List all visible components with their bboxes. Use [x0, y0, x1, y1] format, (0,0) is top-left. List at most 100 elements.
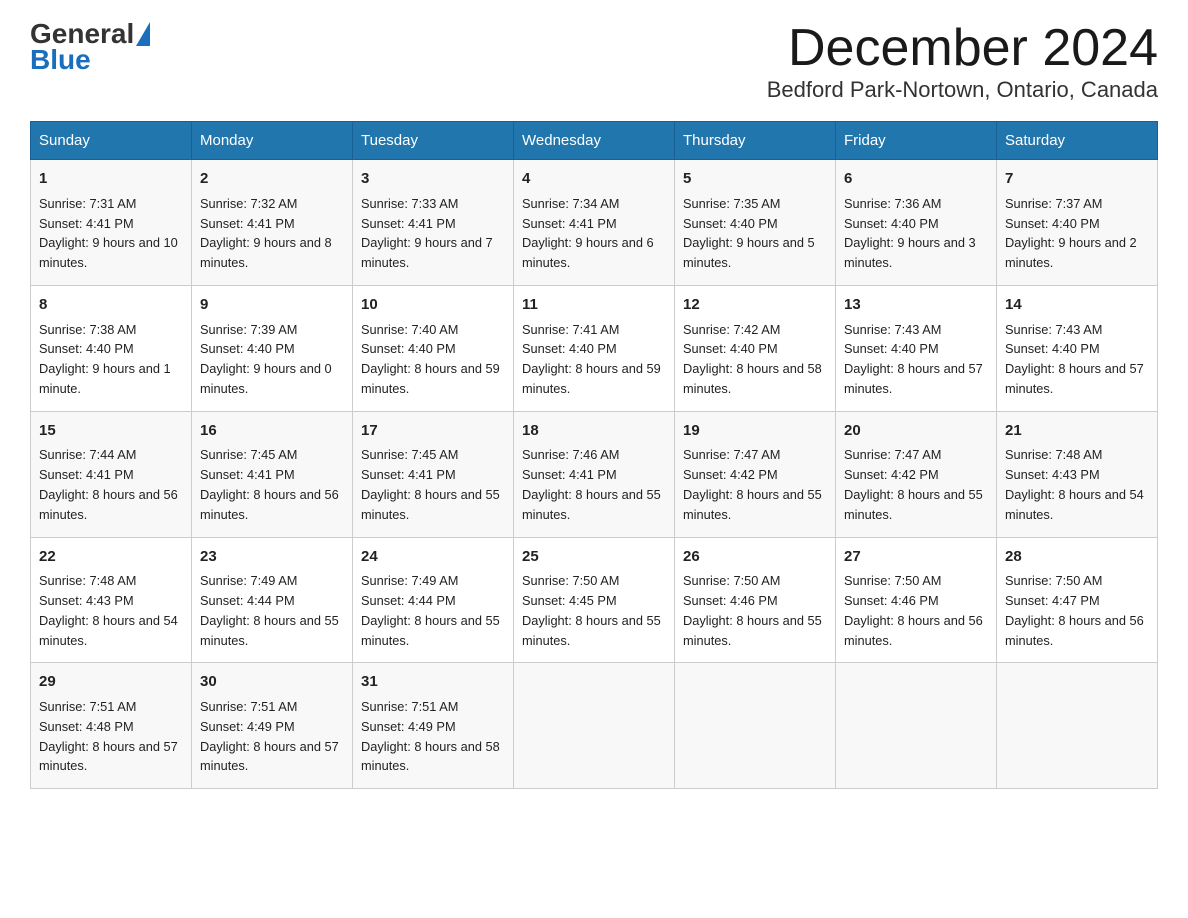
week-row-2: 8Sunrise: 7:38 AMSunset: 4:40 PMDaylight…	[31, 286, 1158, 412]
day-info: Sunrise: 7:46 AMSunset: 4:41 PMDaylight:…	[522, 445, 666, 524]
calendar-cell: 10 Sunrise: 7:40 AMSunset: 4:40 PMDayligh…	[353, 286, 514, 412]
day-info: Sunrise: 7:45 AMSunset: 4:41 PMDaylight:…	[361, 445, 505, 524]
day-info: Sunrise: 7:50 AMSunset: 4:47 PMDaylight:…	[1005, 571, 1149, 650]
calendar-cell	[997, 663, 1158, 789]
calendar-cell: 27Sunrise: 7:50 AMSunset: 4:46 PMDayligh…	[836, 537, 997, 663]
calendar-cell: 14 Sunrise: 7:43 AMSunset: 4:40 PMDayligh…	[997, 286, 1158, 412]
calendar-cell: 25Sunrise: 7:50 AMSunset: 4:45 PMDayligh…	[514, 537, 675, 663]
day-number: 20	[844, 420, 988, 443]
calendar-cell: 24Sunrise: 7:49 AMSunset: 4:44 PMDayligh…	[353, 537, 514, 663]
calendar-cell: 23Sunrise: 7:49 AMSunset: 4:44 PMDayligh…	[192, 537, 353, 663]
day-number: 27	[844, 546, 988, 569]
calendar-cell: 28Sunrise: 7:50 AMSunset: 4:47 PMDayligh…	[997, 537, 1158, 663]
week-row-1: 1Sunrise: 7:31 AMSunset: 4:41 PMDaylight…	[31, 160, 1158, 286]
col-header-wednesday: Wednesday	[514, 122, 675, 160]
header-row: SundayMondayTuesdayWednesdayThursdayFrid…	[31, 122, 1158, 160]
day-number: 10	[361, 294, 505, 317]
day-number: 11	[522, 294, 666, 317]
calendar-cell: 22Sunrise: 7:48 AMSunset: 4:43 PMDayligh…	[31, 537, 192, 663]
col-header-monday: Monday	[192, 122, 353, 160]
day-number: 13	[844, 294, 988, 317]
day-number: 18	[522, 420, 666, 443]
day-number: 5	[683, 168, 827, 191]
day-number: 22	[39, 546, 183, 569]
day-info: Sunrise: 7:51 AMSunset: 4:48 PMDaylight:…	[39, 697, 183, 776]
calendar-cell: 2 Sunrise: 7:32 AMSunset: 4:41 PMDaylight…	[192, 160, 353, 286]
logo-triangle-icon	[136, 22, 150, 46]
col-header-saturday: Saturday	[997, 122, 1158, 160]
day-number: 16	[200, 420, 344, 443]
day-number: 2	[200, 168, 344, 191]
day-info: Sunrise: 7:39 AMSunset: 4:40 PMDaylight:…	[200, 320, 344, 399]
day-number: 31	[361, 671, 505, 694]
day-number: 14	[1005, 294, 1149, 317]
col-header-tuesday: Tuesday	[353, 122, 514, 160]
day-info: Sunrise: 7:42 AMSunset: 4:40 PMDaylight:…	[683, 320, 827, 399]
day-info: Sunrise: 7:32 AMSunset: 4:41 PMDaylight:…	[200, 194, 344, 273]
calendar-cell: 12 Sunrise: 7:42 AMSunset: 4:40 PMDayligh…	[675, 286, 836, 412]
col-header-friday: Friday	[836, 122, 997, 160]
day-number: 25	[522, 546, 666, 569]
calendar-cell	[675, 663, 836, 789]
calendar-cell: 19Sunrise: 7:47 AMSunset: 4:42 PMDayligh…	[675, 411, 836, 537]
day-info: Sunrise: 7:38 AMSunset: 4:40 PMDaylight:…	[39, 320, 183, 399]
logo: General Blue	[30, 20, 152, 76]
calendar-cell: 21Sunrise: 7:48 AMSunset: 4:43 PMDayligh…	[997, 411, 1158, 537]
calendar-cell: 1Sunrise: 7:31 AMSunset: 4:41 PMDaylight…	[31, 160, 192, 286]
day-info: Sunrise: 7:37 AMSunset: 4:40 PMDaylight:…	[1005, 194, 1149, 273]
day-number: 12	[683, 294, 827, 317]
calendar-cell: 5 Sunrise: 7:35 AMSunset: 4:40 PMDaylight…	[675, 160, 836, 286]
day-number: 29	[39, 671, 183, 694]
calendar-cell: 30Sunrise: 7:51 AMSunset: 4:49 PMDayligh…	[192, 663, 353, 789]
day-number: 9	[200, 294, 344, 317]
day-info: Sunrise: 7:43 AMSunset: 4:40 PMDaylight:…	[844, 320, 988, 399]
day-number: 28	[1005, 546, 1149, 569]
day-number: 17	[361, 420, 505, 443]
day-info: Sunrise: 7:51 AMSunset: 4:49 PMDaylight:…	[361, 697, 505, 776]
title-section: December 2024 Bedford Park-Nortown, Onta…	[767, 20, 1158, 103]
calendar-cell: 3Sunrise: 7:33 AMSunset: 4:41 PMDaylight…	[353, 160, 514, 286]
day-info: Sunrise: 7:50 AMSunset: 4:46 PMDaylight:…	[683, 571, 827, 650]
day-info: Sunrise: 7:50 AMSunset: 4:45 PMDaylight:…	[522, 571, 666, 650]
calendar-cell: 20Sunrise: 7:47 AMSunset: 4:42 PMDayligh…	[836, 411, 997, 537]
day-number: 21	[1005, 420, 1149, 443]
day-number: 3	[361, 168, 505, 191]
calendar-cell: 6Sunrise: 7:36 AMSunset: 4:40 PMDaylight…	[836, 160, 997, 286]
day-number: 26	[683, 546, 827, 569]
day-info: Sunrise: 7:36 AMSunset: 4:40 PMDaylight:…	[844, 194, 988, 273]
day-info: Sunrise: 7:40 AMSunset: 4:40 PMDaylight:…	[361, 320, 505, 399]
day-number: 30	[200, 671, 344, 694]
day-number: 1	[39, 168, 183, 191]
calendar-cell: 29 Sunrise: 7:51 AMSunset: 4:48 PMDayligh…	[31, 663, 192, 789]
calendar-body: 1Sunrise: 7:31 AMSunset: 4:41 PMDaylight…	[31, 160, 1158, 789]
day-info: Sunrise: 7:48 AMSunset: 4:43 PMDaylight:…	[1005, 445, 1149, 524]
calendar-cell: 16Sunrise: 7:45 AMSunset: 4:41 PMDayligh…	[192, 411, 353, 537]
week-row-4: 22Sunrise: 7:48 AMSunset: 4:43 PMDayligh…	[31, 537, 1158, 663]
calendar-header: SundayMondayTuesdayWednesdayThursdayFrid…	[31, 122, 1158, 160]
day-info: Sunrise: 7:47 AMSunset: 4:42 PMDaylight:…	[844, 445, 988, 524]
calendar-cell: 11Sunrise: 7:41 AMSunset: 4:40 PMDayligh…	[514, 286, 675, 412]
day-number: 7	[1005, 168, 1149, 191]
calendar-cell: 7 Sunrise: 7:37 AMSunset: 4:40 PMDaylight…	[997, 160, 1158, 286]
col-header-thursday: Thursday	[675, 122, 836, 160]
day-info: Sunrise: 7:47 AMSunset: 4:42 PMDaylight:…	[683, 445, 827, 524]
col-header-sunday: Sunday	[31, 122, 192, 160]
day-info: Sunrise: 7:44 AMSunset: 4:41 PMDaylight:…	[39, 445, 183, 524]
logo-blue-text: Blue	[30, 44, 91, 75]
day-info: Sunrise: 7:49 AMSunset: 4:44 PMDaylight:…	[200, 571, 344, 650]
calendar-cell: 13 Sunrise: 7:43 AMSunset: 4:40 PMDayligh…	[836, 286, 997, 412]
day-info: Sunrise: 7:48 AMSunset: 4:43 PMDaylight:…	[39, 571, 183, 650]
day-number: 19	[683, 420, 827, 443]
day-info: Sunrise: 7:34 AMSunset: 4:41 PMDaylight:…	[522, 194, 666, 273]
week-row-5: 29 Sunrise: 7:51 AMSunset: 4:48 PMDayligh…	[31, 663, 1158, 789]
calendar-cell	[836, 663, 997, 789]
calendar-cell	[514, 663, 675, 789]
day-info: Sunrise: 7:43 AMSunset: 4:40 PMDaylight:…	[1005, 320, 1149, 399]
day-info: Sunrise: 7:45 AMSunset: 4:41 PMDaylight:…	[200, 445, 344, 524]
calendar-cell: 4Sunrise: 7:34 AMSunset: 4:41 PMDaylight…	[514, 160, 675, 286]
calendar-cell: 8Sunrise: 7:38 AMSunset: 4:40 PMDaylight…	[31, 286, 192, 412]
calendar-cell: 9 Sunrise: 7:39 AMSunset: 4:40 PMDaylight…	[192, 286, 353, 412]
page-header: General Blue December 2024 Bedford Park-…	[30, 20, 1158, 103]
day-info: Sunrise: 7:35 AMSunset: 4:40 PMDaylight:…	[683, 194, 827, 273]
week-row-3: 15Sunrise: 7:44 AMSunset: 4:41 PMDayligh…	[31, 411, 1158, 537]
